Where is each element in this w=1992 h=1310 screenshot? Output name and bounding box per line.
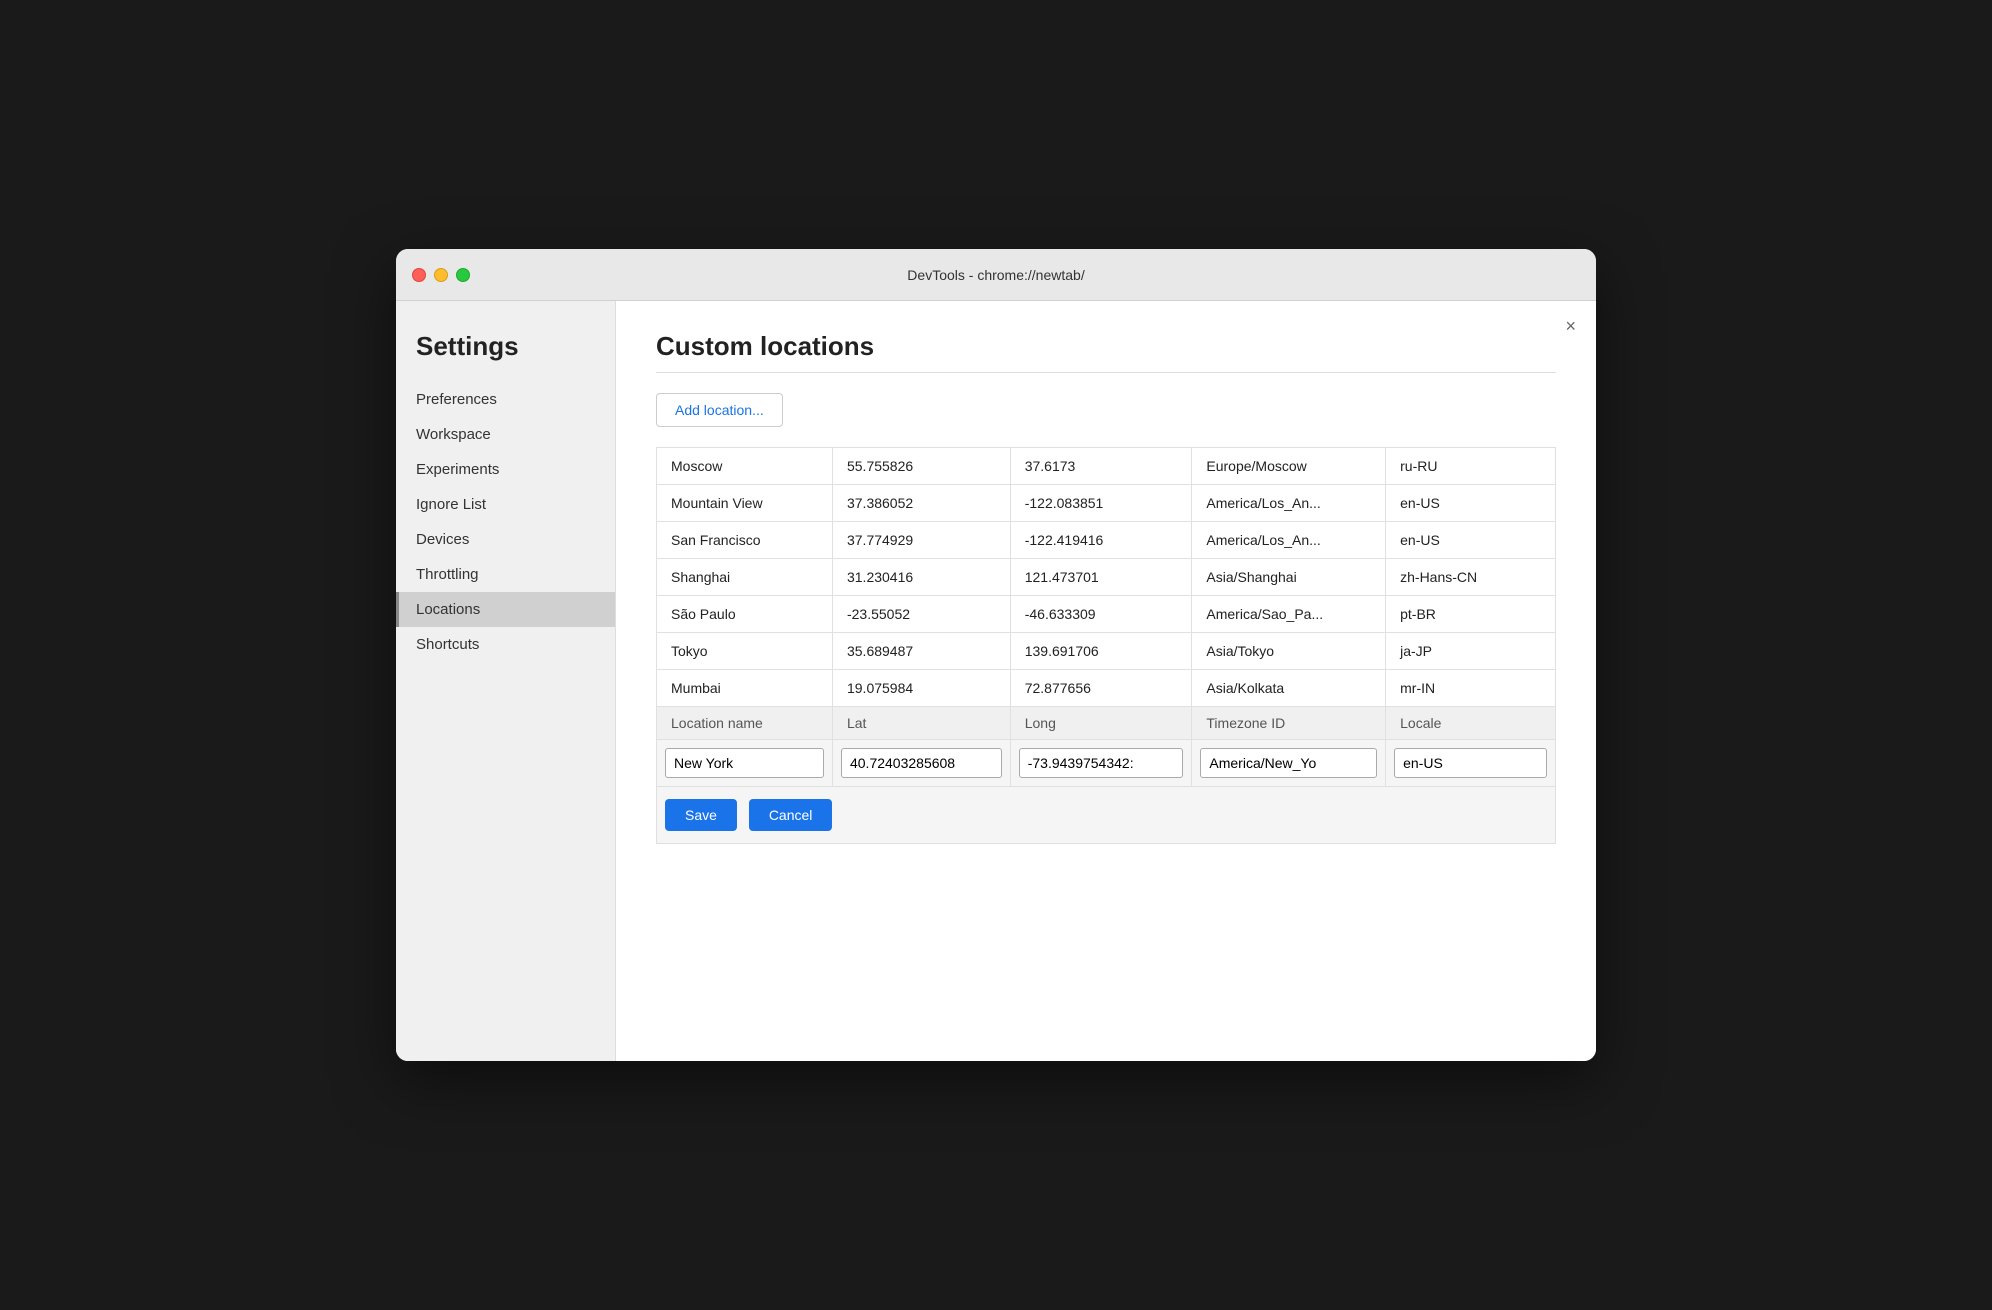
action-row: Save Cancel [657,787,1556,844]
col-header-name: Location name [657,707,833,740]
table-row: Mumbai19.07598472.877656Asia/Kolkatamr-I… [657,670,1556,707]
cell-timezone: Asia/Tokyo [1192,633,1386,670]
cell-long: -122.419416 [1010,522,1192,559]
cell-timezone: Europe/Moscow [1192,448,1386,485]
main-content: × Custom locations Add location... Mosco… [616,301,1596,1061]
window-body: Settings Preferences Workspace Experimen… [396,301,1596,1061]
new-row-inputs [657,740,1556,787]
sidebar: Settings Preferences Workspace Experimen… [396,301,616,1061]
input-cell-long [1010,740,1192,787]
traffic-lights [412,268,470,282]
cell-long: 72.877656 [1010,670,1192,707]
cell-name: Shanghai [657,559,833,596]
location-long-input[interactable] [1019,748,1184,778]
input-cell-lat [832,740,1010,787]
sidebar-item-locations[interactable]: Locations [396,592,615,627]
devtools-window: DevTools - chrome://newtab/ Settings Pre… [396,249,1596,1061]
cell-lat: 35.689487 [832,633,1010,670]
input-cell-locale [1386,740,1556,787]
cell-locale: ja-JP [1386,633,1556,670]
table-row: São Paulo-23.55052-46.633309America/Sao_… [657,596,1556,633]
window-title: DevTools - chrome://newtab/ [907,267,1084,283]
cell-name: Mumbai [657,670,833,707]
cell-name: San Francisco [657,522,833,559]
col-header-timezone: Timezone ID [1192,707,1386,740]
table-row: Shanghai31.230416121.473701Asia/Shanghai… [657,559,1556,596]
cell-long: -122.083851 [1010,485,1192,522]
col-header-lat: Lat [832,707,1010,740]
page-title: Custom locations [656,331,1556,362]
sidebar-item-ignore-list[interactable]: Ignore List [396,487,615,522]
cell-locale: en-US [1386,522,1556,559]
maximize-traffic-light[interactable] [456,268,470,282]
sidebar-item-shortcuts[interactable]: Shortcuts [396,627,615,662]
col-header-long: Long [1010,707,1192,740]
close-traffic-light[interactable] [412,268,426,282]
cell-name: São Paulo [657,596,833,633]
close-button[interactable]: × [1565,317,1576,335]
sidebar-item-throttling[interactable]: Throttling [396,557,615,592]
cell-lat: 19.075984 [832,670,1010,707]
table-row: San Francisco37.774929-122.419416America… [657,522,1556,559]
sidebar-item-experiments[interactable]: Experiments [396,452,615,487]
cell-name: Mountain View [657,485,833,522]
sidebar-item-devices[interactable]: Devices [396,522,615,557]
cell-lat: -23.55052 [832,596,1010,633]
sidebar-item-workspace[interactable]: Workspace [396,417,615,452]
cell-long: 37.6173 [1010,448,1192,485]
add-location-button[interactable]: Add location... [656,393,783,427]
location-lat-input[interactable] [841,748,1002,778]
cell-locale: en-US [1386,485,1556,522]
new-row-header: Location name Lat Long Timezone ID Local… [657,707,1556,740]
cell-long: 121.473701 [1010,559,1192,596]
cell-name: Tokyo [657,633,833,670]
cell-timezone: Asia/Shanghai [1192,559,1386,596]
input-cell-name [657,740,833,787]
cell-long: -46.633309 [1010,596,1192,633]
table-row: Mountain View37.386052-122.083851America… [657,485,1556,522]
cancel-button[interactable]: Cancel [749,799,833,831]
location-timezone-input[interactable] [1200,748,1377,778]
cell-lat: 37.774929 [832,522,1010,559]
sidebar-item-preferences[interactable]: Preferences [396,382,615,417]
cell-timezone: Asia/Kolkata [1192,670,1386,707]
cell-long: 139.691706 [1010,633,1192,670]
action-cell: Save Cancel [657,787,1556,844]
col-header-locale: Locale [1386,707,1556,740]
cell-locale: pt-BR [1386,596,1556,633]
cell-timezone: America/Los_An... [1192,522,1386,559]
location-locale-input[interactable] [1394,748,1547,778]
cell-timezone: America/Los_An... [1192,485,1386,522]
cell-locale: mr-IN [1386,670,1556,707]
cell-timezone: America/Sao_Pa... [1192,596,1386,633]
table-row: Tokyo35.689487139.691706Asia/Tokyoja-JP [657,633,1556,670]
table-row: Moscow55.75582637.6173Europe/Moscowru-RU [657,448,1556,485]
title-divider [656,372,1556,373]
titlebar: DevTools - chrome://newtab/ [396,249,1596,301]
input-cell-timezone [1192,740,1386,787]
save-button[interactable]: Save [665,799,737,831]
sidebar-heading: Settings [396,321,615,382]
minimize-traffic-light[interactable] [434,268,448,282]
location-name-input[interactable] [665,748,824,778]
cell-name: Moscow [657,448,833,485]
cell-locale: zh-Hans-CN [1386,559,1556,596]
cell-lat: 55.755826 [832,448,1010,485]
cell-locale: ru-RU [1386,448,1556,485]
locations-table: Moscow55.75582637.6173Europe/Moscowru-RU… [656,447,1556,844]
cell-lat: 31.230416 [832,559,1010,596]
cell-lat: 37.386052 [832,485,1010,522]
